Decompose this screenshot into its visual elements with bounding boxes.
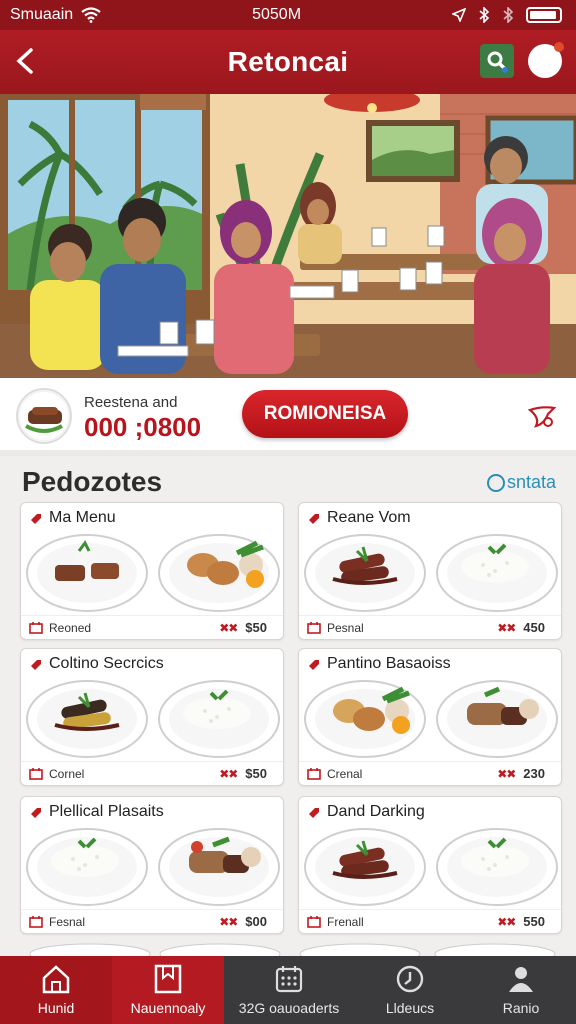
card-footer: Frenall ✖✖ 550 — [299, 909, 561, 933]
battery-icon — [525, 7, 562, 23]
chevron-left-icon — [16, 48, 33, 74]
card-title: Dand Darking — [327, 803, 425, 820]
section-heading: Pedozotes — [22, 466, 163, 497]
tab-history[interactable]: Lldeucs — [354, 956, 466, 1024]
card-tag: Frenall — [327, 915, 364, 929]
tab-profile[interactable]: Ranio — [466, 956, 576, 1024]
rating-icon: ✖✖ — [497, 914, 516, 929]
card-footer: Crenal ✖✖ 230 — [299, 761, 561, 785]
notification-dot — [554, 42, 564, 52]
tab-label: Ranio — [502, 1000, 540, 1016]
search-button[interactable] — [480, 44, 514, 78]
bookmark-icon — [154, 964, 182, 994]
profile-avatar[interactable] — [528, 42, 564, 78]
status-bar: Smuaain 5050M — [0, 0, 576, 30]
calendar-icon — [307, 622, 321, 634]
card-title: Coltino Secrcics — [49, 655, 164, 672]
card-title: Pantino Basaoiss — [327, 655, 451, 672]
menu-card[interactable]: Pantino Basaoiss Crenal ✖✖ 230 — [298, 648, 562, 786]
card-footer: Reoned ✖✖ $50 — [21, 615, 283, 639]
clock-label: 5050M — [252, 6, 302, 23]
tab-saved[interactable]: Nauennoaly — [112, 956, 224, 1024]
menu-card[interactable]: Plellical Plasaits Fesnal ✖✖ $00 — [20, 796, 284, 934]
person-icon — [509, 967, 533, 992]
menu-card[interactable]: Ma Menu Reoned ✖✖ $50 — [20, 502, 284, 640]
dish-plates-image — [304, 828, 558, 906]
tab-label: Hunid — [37, 1000, 75, 1016]
page-title: Retoncai — [227, 46, 349, 77]
bottom-tab-bar: Hunid Nauennoaly 32G oauoaderts Lldeucs … — [0, 956, 576, 1024]
card-title: Plellical Plasaits — [49, 803, 164, 820]
card-tag: Crenal — [327, 767, 363, 781]
dish-plates-image — [26, 828, 280, 906]
app-bar: Retoncai — [0, 30, 576, 94]
card-tag: Cornel — [49, 767, 85, 781]
card-price: 450 — [523, 620, 545, 635]
tag-icon — [309, 808, 319, 818]
calendar-icon — [307, 768, 321, 780]
menu-card[interactable]: Reane Vom Pesnal ✖✖ 450 — [298, 502, 562, 640]
card-tag: Fesnal — [49, 915, 86, 929]
bluetooth-icon — [479, 7, 490, 23]
location-icon — [451, 8, 466, 22]
tag-icon — [31, 660, 41, 670]
tab-home[interactable]: Hunid — [0, 956, 112, 1024]
calendar-icon — [29, 622, 43, 634]
card-footer: Pesnal ✖✖ 450 — [299, 615, 561, 639]
search-icon — [487, 51, 508, 73]
card-title: Reane Vom — [327, 509, 411, 526]
dish-plates-image — [304, 534, 558, 612]
dish-plates-image — [304, 680, 558, 758]
see-all-label: sntata — [506, 472, 556, 492]
tag-icon — [309, 514, 319, 524]
card-footer: Cornel ✖✖ $50 — [21, 761, 283, 785]
clock-icon — [396, 965, 424, 993]
calendar-icon — [275, 966, 303, 993]
promo-phone-number: 000 ;0800 — [84, 412, 202, 442]
rating-icon: ✖✖ — [497, 766, 516, 781]
promo-banner: Reestena and 000 ;0800 ROMIONEISA — [0, 378, 576, 456]
card-price: $50 — [245, 766, 267, 781]
bluetooth-icon — [503, 7, 514, 23]
tab-calendar[interactable]: 32G oauoaderts — [224, 956, 354, 1024]
tab-label: Nauennoaly — [130, 1000, 206, 1016]
card-tag: Pesnal — [327, 621, 364, 635]
more-cards-peek — [0, 938, 576, 956]
card-footer: Fesnal ✖✖ $00 — [21, 909, 283, 933]
carrier-label: Smuaain — [10, 6, 74, 23]
tag-icon — [31, 514, 41, 524]
wifi-icon — [81, 7, 101, 23]
calendar-icon — [29, 916, 43, 928]
tab-label: 32G oauoaderts — [238, 1000, 340, 1016]
card-price: $50 — [245, 620, 267, 635]
see-all-link[interactable]: sntata — [486, 472, 556, 493]
dish-plates-image — [26, 680, 280, 758]
card-title: Ma Menu — [49, 509, 116, 526]
rating-icon: ✖✖ — [219, 766, 238, 781]
rating-icon: ✖✖ — [219, 914, 238, 929]
promo-dish-thumbnail — [16, 388, 72, 444]
dish-plates-image — [26, 534, 280, 612]
restaurant-hero-image — [0, 94, 576, 378]
share-icon[interactable] — [526, 400, 558, 432]
card-tag: Reoned — [49, 621, 92, 635]
card-price: 230 — [523, 766, 545, 781]
promo-cta-button[interactable]: ROMIONEISA — [242, 390, 408, 438]
rating-icon: ✖✖ — [497, 620, 516, 635]
card-price: 550 — [523, 914, 545, 929]
card-price: $00 — [245, 914, 267, 929]
calendar-icon — [29, 768, 43, 780]
menu-card[interactable]: Dand Darking Frenall ✖✖ 550 — [298, 796, 562, 934]
promo-subtitle: Reestena and — [84, 394, 178, 411]
tag-icon — [309, 660, 319, 670]
rating-icon: ✖✖ — [219, 620, 238, 635]
tag-icon — [31, 808, 41, 818]
tab-label: Lldeucs — [385, 1000, 435, 1016]
menu-card[interactable]: Coltino Secrcics Cornel ✖✖ $50 — [20, 648, 284, 786]
calendar-icon — [307, 916, 321, 928]
home-icon — [42, 965, 70, 994]
circle-arrow-icon — [486, 473, 505, 492]
back-button[interactable] — [10, 44, 40, 80]
